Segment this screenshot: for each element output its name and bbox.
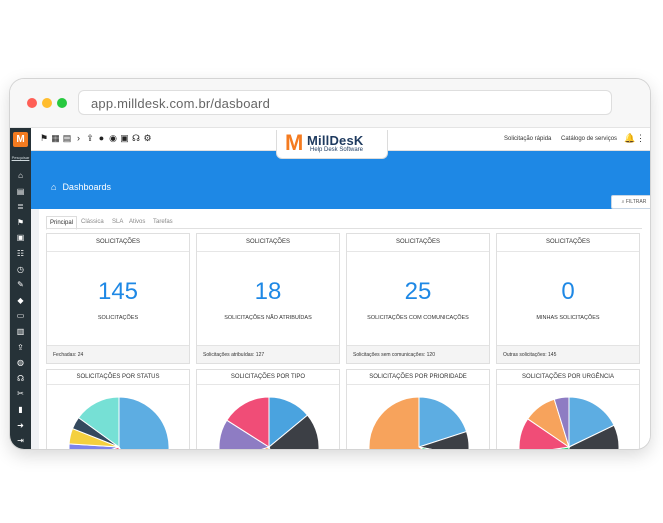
pencil-icon[interactable]: ✎ [15,279,26,290]
maximize-window-dot[interactable] [57,98,67,108]
headset-icon[interactable]: ☊ [131,133,141,144]
pie-chart[interactable] [368,396,470,449]
top-links: Solicitação rápida Catálogo de serviços … [504,128,645,150]
users-icon[interactable]: ◉ [108,133,118,144]
pie-card-title: SOLICITAÇÕES POR TIPO [197,370,339,385]
lock-icon[interactable]: ▣ [120,133,130,144]
home-icon[interactable]: ⌂ [51,182,56,192]
tab-sla[interactable]: SLA [112,216,123,228]
home-icon[interactable]: ⌂ [15,170,26,181]
flag-icon[interactable]: ⚑ [15,217,26,228]
brand-logo-letter: M [285,130,304,155]
app-area: M Pesquisar ⌂ ▤ ≣ ⚑ ▣ ☷ ◷ ✎ ◆ ▭ ▥ ⇪ ◍ ☊ ✂ ▮ ➜ ⇥ ⚑ ▦ ▤ › ⇪ ● ◉ ▣ ☊… [10,128,650,449]
card-label: SOLICITAÇÕES NÃO ATRIBUÍDAS [224,315,312,321]
service-catalog-link[interactable]: Catálogo de serviços [561,136,617,142]
card-value[interactable]: 0 [497,278,639,306]
headset-icon[interactable]: ☊ [15,373,26,384]
book-icon[interactable]: ▥ [15,326,26,337]
stat-card: SOLICITAÇÕES 25 SOLICITAÇÕES COM COMUNIC… [346,233,490,364]
pie-chart[interactable] [218,396,320,449]
card-value[interactable]: 18 [197,278,339,306]
dashboard-content: Principal Clássica SLA Ativos Tarefas SO… [39,209,650,449]
search-icon: ⌕ [621,199,625,205]
browser-chrome: app.milldesk.com.br/dasboard [10,79,650,128]
document-icon[interactable]: ▤ [62,133,72,144]
pie-card-title: SOLICITAÇÕES POR URGÊNCIA [497,370,639,385]
tab-classica[interactable]: Clássica [81,216,104,228]
card-footer: Solicitações atribuídas: 127 [197,345,339,363]
card-title: SOLICITAÇÕES [47,234,189,252]
pie-card-title: SOLICITAÇÕES POR STATUS [47,370,189,385]
gear-icon[interactable]: ⚙ [143,133,153,144]
tab-divider [46,228,642,229]
card-value[interactable]: 145 [47,278,189,306]
stat-card: SOLICITAÇÕES 18 SOLICITAÇÕES NÃO ATRIBUÍ… [196,233,340,364]
chat-icon[interactable]: ◍ [15,357,26,368]
pie-chart[interactable] [518,396,620,449]
card-title: SOLICITAÇÕES [197,234,339,252]
flag-icon[interactable]: ⚑ [39,133,49,144]
card-label: MINHAS SOLICITAÇÕES [536,315,600,321]
brand-tagline: Help Desk Software [310,147,364,153]
browser-window: app.milldesk.com.br/dasboard M Pesquisar… [10,79,650,449]
stat-card: SOLICITAÇÕES 145 SOLICITAÇÕES Fechadas: … [46,233,190,364]
pie-card: SOLICITAÇÕES POR STATUS [46,369,190,449]
stat-card: SOLICITAÇÕES 0 MINHAS SOLICITAÇÕES Outra… [496,233,640,364]
quick-request-link[interactable]: Solicitação rápida [504,136,551,142]
card-footer: Fechadas: 24 [47,345,189,363]
pie-card: SOLICITAÇÕES POR PRIORIDADE [346,369,490,449]
user-icon[interactable]: ● [97,133,107,144]
card-footer: Outras solicitações: 145 [497,345,639,363]
tag-icon[interactable]: ◆ [15,295,26,306]
pie-card-title: SOLICITAÇÕES POR PRIORIDADE [347,370,489,385]
card-title: SOLICITAÇÕES [347,234,489,252]
dashboard-banner: ⌂ Dashboards ⌕ FILTRAR [31,151,650,209]
file-icon[interactable]: ▤ [15,186,26,197]
pie-card: SOLICITAÇÕES POR URGÊNCIA [496,369,640,449]
pie-chart[interactable] [68,396,170,449]
folder-icon[interactable]: ▭ [15,310,26,321]
card-value[interactable]: 25 [347,278,489,306]
page-title-text: Dashboards [62,182,111,192]
card-label: SOLICITAÇÕES [97,315,139,321]
upload-icon[interactable]: ⇪ [15,342,26,353]
minimize-window-dot[interactable] [42,98,52,108]
chevron-icon[interactable]: › [74,133,84,144]
tab-tarefas[interactable]: Tarefas [153,216,173,228]
clock-icon[interactable]: ◷ [15,264,26,275]
brand-logo: M MillDesK Help Desk Software [276,130,388,159]
sidebar-logo[interactable]: M [13,132,28,147]
exit-icon[interactable]: ⇥ [15,435,26,446]
address-bar[interactable]: app.milldesk.com.br/dasboard [78,90,612,115]
arrow-icon[interactable]: ➜ [15,420,26,431]
help-icon[interactable]: ⋮ [636,133,645,144]
card-footer: Solicitações sem comunicações: 120 [347,345,489,363]
card-title: SOLICITAÇÕES [497,234,639,252]
card-label: SOLICITAÇÕES COM COMUNICAÇÕES [367,315,469,321]
filter-button[interactable]: ⌕ FILTRAR [611,195,650,209]
tools-icon[interactable]: ✂ [15,388,26,399]
sidebar: M Pesquisar ⌂ ▤ ≣ ⚑ ▣ ☷ ◷ ✎ ◆ ▭ ▥ ⇪ ◍ ☊ ✂ ▮ ➜ ⇥ [10,128,31,449]
pie-slice[interactable] [118,396,170,449]
sitemap-icon[interactable]: ☷ [15,248,26,259]
list-icon[interactable]: ≣ [15,201,26,212]
filter-button-label: FILTRAR [625,199,647,205]
brand-name: MillDesK [307,133,364,148]
tab-ativos[interactable]: Ativos [129,216,145,228]
pie-card: SOLICITAÇÕES POR TIPO [196,369,340,449]
building-icon[interactable]: ▦ [51,133,61,144]
upload-icon[interactable]: ⇪ [85,133,95,144]
close-window-dot[interactable] [27,98,37,108]
page-title: ⌂ Dashboards [51,182,111,192]
chart-icon[interactable]: ▮ [15,404,26,415]
sidebar-user-text[interactable]: Pesquisar [10,155,31,160]
truck-icon[interactable]: ▣ [15,232,26,243]
bell-icon[interactable]: 🔔 [624,133,635,144]
